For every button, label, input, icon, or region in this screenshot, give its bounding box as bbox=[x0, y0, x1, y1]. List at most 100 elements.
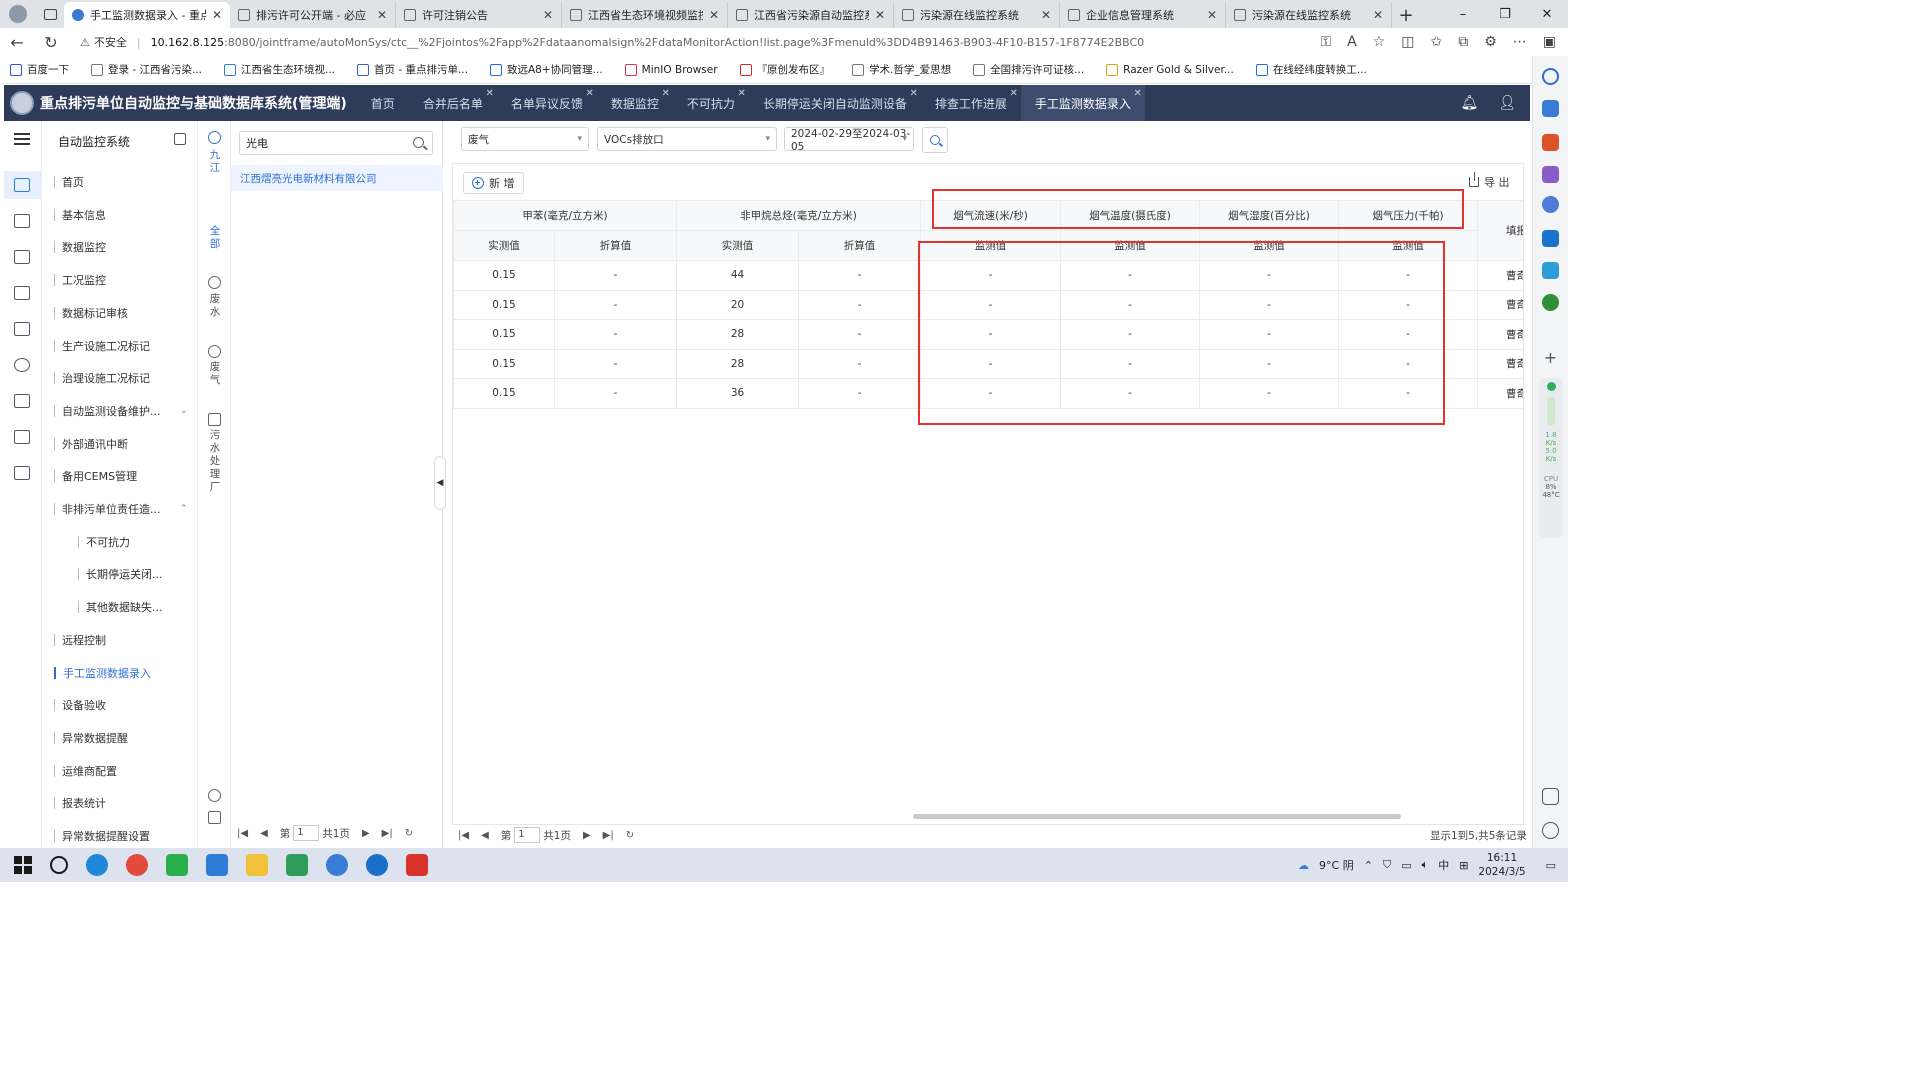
close-tab-icon[interactable]: ✕ bbox=[377, 8, 387, 22]
last-page-icon[interactable]: ▶| bbox=[603, 830, 614, 841]
app-tab[interactable]: 长期停运关闭自动监测设备 ✕ bbox=[749, 85, 921, 121]
tree-icon[interactable] bbox=[1542, 294, 1559, 311]
note-icon[interactable] bbox=[208, 811, 221, 824]
menu-toggle-icon[interactable] bbox=[14, 133, 30, 145]
battery-icon[interactable]: ▭ bbox=[1401, 859, 1411, 872]
report-icon[interactable] bbox=[14, 430, 30, 444]
date-range-picker[interactable]: 2024-02-29至2024-03-05 ▾ bbox=[784, 127, 914, 153]
menu-item[interactable]: 远程控制 bbox=[54, 632, 106, 648]
close-tab-icon[interactable]: ✕ bbox=[1207, 8, 1217, 22]
menu-item[interactable]: 手工监测数据录入 bbox=[54, 665, 151, 681]
folder-icon[interactable] bbox=[246, 854, 268, 876]
close-tab-icon[interactable]: ✕ bbox=[585, 88, 593, 99]
menu-item[interactable]: 工况监控 bbox=[54, 272, 106, 288]
browser-tab[interactable]: 企业信息管理系统 ✕ bbox=[1060, 2, 1226, 28]
new-tab-button[interactable]: + bbox=[1392, 2, 1420, 28]
type-select[interactable]: 废气 ▾ bbox=[461, 127, 589, 151]
bookmark-item[interactable]: 全国排污许可证核... bbox=[973, 62, 1084, 77]
close-tab-icon[interactable]: ✕ bbox=[1010, 88, 1018, 99]
next-page-icon[interactable]: ▶ bbox=[583, 830, 591, 841]
outlet-select[interactable]: VOCs排放口 ▾ bbox=[597, 127, 777, 151]
profile-icon[interactable] bbox=[0, 0, 36, 28]
menu-item[interactable]: 其他数据缺失... bbox=[78, 599, 163, 615]
menu-item[interactable]: 不可抗力 bbox=[78, 534, 130, 550]
app-tab[interactable]: 排查工作进展 ✕ bbox=[921, 85, 1021, 121]
bookmark-item[interactable]: 首页 - 重点排污单... bbox=[357, 62, 468, 77]
sogou-icon[interactable] bbox=[366, 854, 388, 876]
weather-text[interactable]: 9°C 阴 bbox=[1319, 857, 1354, 873]
settings-icon[interactable] bbox=[1542, 822, 1559, 839]
app-tab[interactable]: 手工监测数据录入 ✕ bbox=[1020, 85, 1145, 121]
url-field[interactable]: ⚠ 不安全 | 10.162.8.125 :8080/jointframe/au… bbox=[80, 34, 1320, 50]
close-tab-icon[interactable]: ✕ bbox=[543, 8, 553, 22]
browser-tab[interactable]: 手工监测数据录入 - 重点排 ✕ bbox=[64, 2, 230, 28]
menu-item[interactable]: 设备验收 bbox=[54, 697, 106, 713]
search-icon[interactable] bbox=[1542, 68, 1559, 85]
menu-item[interactable]: 异常数据提醒设置 bbox=[54, 828, 150, 844]
close-tab-icon[interactable]: ✕ bbox=[1041, 8, 1051, 22]
chevron-down-icon[interactable]: ⌄ bbox=[180, 406, 188, 416]
minimize-icon[interactable]: – bbox=[1442, 7, 1484, 22]
app-tab[interactable]: 不可抗力 ✕ bbox=[673, 85, 749, 121]
app-tab[interactable]: 名单异议反馈 ✕ bbox=[497, 85, 597, 121]
search-app-icon[interactable] bbox=[326, 854, 348, 876]
menu-item[interactable]: 治理设施工况标记 bbox=[54, 370, 150, 386]
send-icon[interactable] bbox=[1542, 262, 1559, 279]
export-button[interactable]: 导 出 bbox=[1469, 172, 1510, 190]
close-tab-icon[interactable]: ✕ bbox=[1134, 88, 1142, 99]
menu-item[interactable]: 数据监控 bbox=[54, 239, 106, 255]
first-page-icon[interactable]: |◀ bbox=[458, 830, 469, 841]
more-menu-icon[interactable]: ⋯ bbox=[1513, 34, 1527, 50]
info-icon[interactable] bbox=[14, 214, 30, 228]
refresh-icon[interactable]: ↻ bbox=[405, 828, 413, 839]
ime-mode-icon[interactable]: ⊞ bbox=[1459, 859, 1468, 872]
shield-icon[interactable]: ⛉ bbox=[1383, 858, 1391, 872]
copilot-icon[interactable] bbox=[1542, 196, 1559, 213]
menu-item[interactable]: 自动监测设备维护... ⌄ bbox=[54, 403, 188, 419]
browser-tab[interactable]: 江西省生态环境视频监控平 ✕ bbox=[562, 2, 728, 28]
last-page-icon[interactable]: ▶| bbox=[382, 828, 393, 839]
chrome-icon[interactable] bbox=[126, 854, 148, 876]
close-tab-icon[interactable]: ✕ bbox=[661, 88, 669, 99]
browser-tab[interactable]: 排污许可公开端 - 必应 ✕ bbox=[230, 2, 396, 28]
search-button[interactable] bbox=[922, 127, 948, 153]
back-icon[interactable]: ← bbox=[0, 33, 34, 52]
browser-tab[interactable]: 污染源在线监控系统 ✕ bbox=[1226, 2, 1392, 28]
close-window-icon[interactable]: ✕ bbox=[1526, 7, 1568, 22]
menu-item[interactable]: 数据标记审核 bbox=[54, 305, 128, 321]
menu-item[interactable]: 异常数据提醒 bbox=[54, 730, 128, 746]
company-search-input[interactable] bbox=[240, 132, 400, 154]
app-tab[interactable]: 首页 bbox=[357, 85, 409, 121]
region-wastewater[interactable]: 废水 bbox=[208, 293, 222, 319]
menu-item[interactable]: 备用CEMS管理 bbox=[54, 468, 137, 484]
wps-icon[interactable] bbox=[406, 854, 428, 876]
wechat-icon[interactable] bbox=[166, 854, 188, 876]
region-city[interactable]: 九江 bbox=[208, 149, 222, 175]
table-row[interactable]: 0.15-36-----曹奇 bbox=[453, 378, 1523, 409]
menu-item[interactable]: 运维商配置 bbox=[54, 763, 117, 779]
browser-tab[interactable]: 许可注销公告 ✕ bbox=[396, 2, 562, 28]
app-tab[interactable]: 数据监控 ✕ bbox=[597, 85, 673, 121]
page-input[interactable]: 1 bbox=[293, 825, 320, 841]
collections-icon[interactable]: ⧉ bbox=[1458, 34, 1468, 50]
first-page-icon[interactable]: |◀ bbox=[237, 828, 248, 839]
collapse-panel-handle[interactable]: ◀ bbox=[434, 456, 446, 510]
menu-item[interactable]: 生产设施工况标记 bbox=[54, 338, 150, 354]
favorite-star-icon[interactable]: ☆ bbox=[1373, 34, 1386, 50]
close-tab-icon[interactable]: ✕ bbox=[737, 88, 745, 99]
app-icon[interactable] bbox=[206, 854, 228, 876]
settings-list-icon[interactable] bbox=[14, 466, 30, 480]
clock[interactable]: 16:11 2024/3/5 bbox=[1478, 851, 1525, 879]
monitor-icon[interactable] bbox=[14, 250, 30, 264]
restore-icon[interactable]: ❐ bbox=[1484, 7, 1526, 22]
close-tab-icon[interactable]: ✕ bbox=[212, 8, 222, 22]
prev-page-icon[interactable]: ◀ bbox=[481, 830, 489, 841]
menu-item[interactable]: 外部通讯中断 bbox=[54, 436, 128, 452]
target-icon[interactable] bbox=[14, 358, 30, 372]
notification-icon[interactable]: ▭ bbox=[1546, 859, 1556, 872]
app-tab[interactable]: 合并后名单 ✕ bbox=[409, 85, 497, 121]
favorites-icon[interactable]: ✩ bbox=[1430, 34, 1442, 50]
list-icon[interactable] bbox=[208, 789, 221, 802]
add-button[interactable]: 新 增 bbox=[463, 172, 524, 194]
prev-page-icon[interactable]: ◀ bbox=[260, 828, 268, 839]
